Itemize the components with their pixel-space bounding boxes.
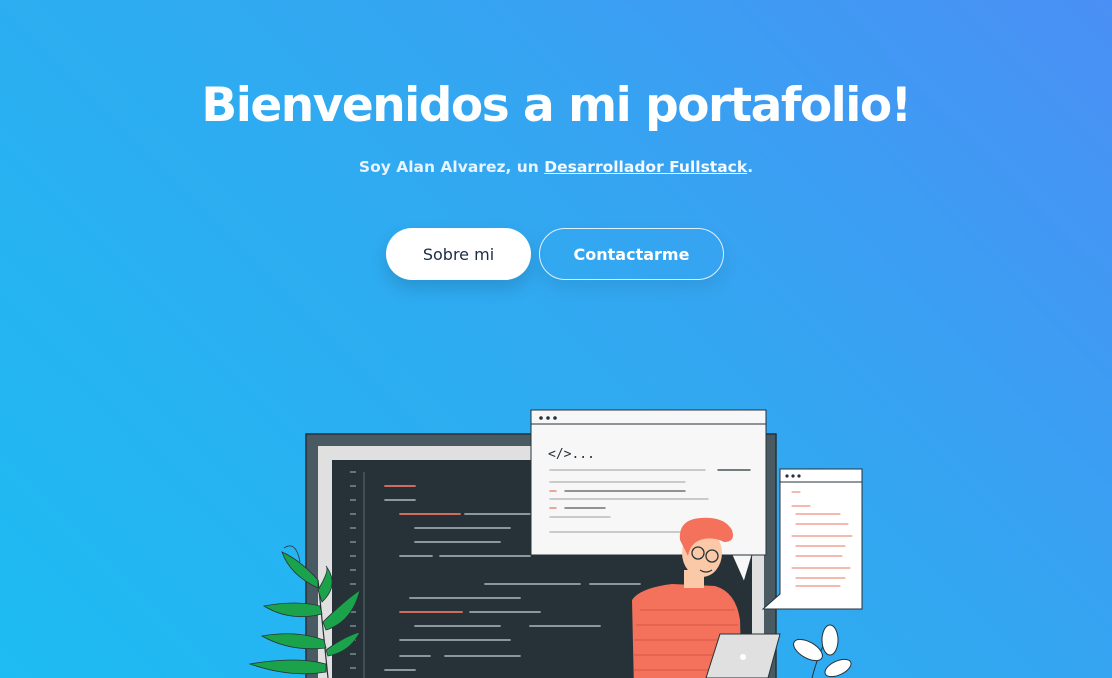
- developer-illustration: </>...: [248, 409, 863, 678]
- plant-right-graphic: [793, 624, 852, 678]
- code-window-label: </>...: [548, 447, 595, 462]
- small-code-window-graphic: [761, 468, 863, 610]
